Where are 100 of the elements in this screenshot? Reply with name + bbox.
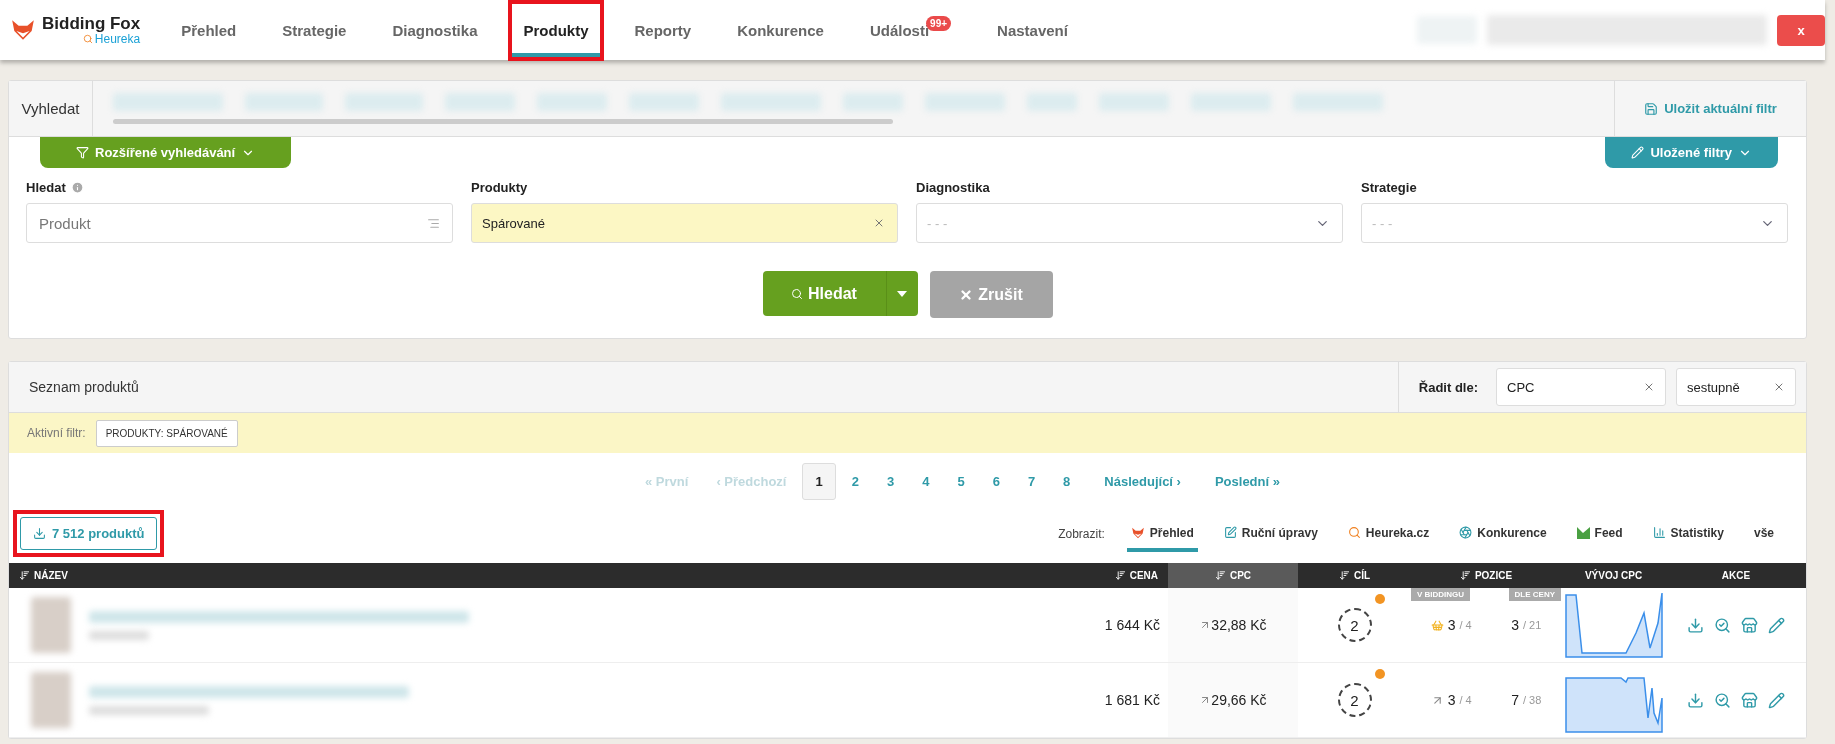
search-check-icon[interactable] <box>1714 616 1731 634</box>
column-subheader: V BIDDINGU <box>1411 588 1471 601</box>
download-icon <box>33 527 46 540</box>
nav-tab[interactable]: Reporty <box>623 3 703 57</box>
download-icon[interactable] <box>1687 616 1704 634</box>
fox-logo-icon <box>1130 525 1145 540</box>
store-icon[interactable] <box>1741 616 1758 634</box>
pager-link[interactable]: Poslední » <box>1202 464 1292 499</box>
nav-tab[interactable]: Přehled <box>170 3 248 57</box>
brand-name: Bidding Fox <box>42 14 141 34</box>
column-header: AKCE <box>1666 563 1806 588</box>
magnifier-icon <box>1347 526 1361 539</box>
search-input[interactable]: Produkt <box>37 213 427 233</box>
clear-icon <box>1773 381 1785 393</box>
page-link[interactable]: 7 <box>1015 464 1048 499</box>
sort-select[interactable]: CPC <box>1496 368 1666 406</box>
nav-tab[interactable]: Nastavení <box>986 3 1079 57</box>
close-icon <box>959 287 974 302</box>
nav-tab[interactable]: Události$^{99+}$ <box>858 3 963 57</box>
edit-icon <box>1223 526 1237 539</box>
column-header: VÝVOJ CPC <box>1561 563 1666 588</box>
cpc-cell: 29,66 Kč <box>1211 692 1267 708</box>
sort-select[interactable]: sestupně <box>1676 368 1796 406</box>
column-header[interactable]: CPC <box>1168 563 1298 588</box>
filter-icon <box>76 146 89 159</box>
dropdown-button[interactable] <box>885 271 918 316</box>
filter-tag[interactable]: PRODUKTY: SPÁROVANÉ <box>95 419 238 447</box>
blurred-text <box>89 630 149 640</box>
store-icon[interactable] <box>1741 691 1758 709</box>
position-total: / 4 <box>1459 694 1472 706</box>
column-header[interactable]: POZICE <box>1411 563 1561 588</box>
search-field[interactable]: Produkt <box>26 203 453 243</box>
position-total: / 38 <box>1522 694 1542 706</box>
feed-icon <box>1576 526 1590 539</box>
view-tab[interactable]: Statistiky <box>1648 515 1728 552</box>
search-check-icon[interactable] <box>1714 691 1731 709</box>
photo-placeholder <box>31 597 71 653</box>
position-value: 3 <box>1447 692 1456 708</box>
export-button[interactable]: 7 512 produktů <box>20 517 158 550</box>
aperture-icon <box>1459 526 1473 539</box>
page-link[interactable]: 2 <box>839 464 871 499</box>
target-value: 2 <box>1337 683 1372 717</box>
view-tab[interactable]: Heureka.cz <box>1343 515 1434 552</box>
saved-filters-button[interactable]: Uložené filtry <box>1605 137 1778 168</box>
pager-link[interactable]: Následující › <box>1092 464 1193 499</box>
clear-icon <box>873 217 885 229</box>
photo-placeholder <box>31 672 71 728</box>
page-link[interactable]: 3 <box>874 464 907 499</box>
bar-chart-icon <box>1652 526 1666 539</box>
search-button[interactable]: Hledat <box>762 271 886 316</box>
search-tab[interactable]: Vyhledat <box>9 81 93 136</box>
nav-tab[interactable]: Diagnostika <box>381 3 489 57</box>
nav-tab[interactable]: Strategie <box>271 3 358 57</box>
target-value: 2 <box>1337 608 1372 642</box>
lines-icon <box>427 216 440 230</box>
magnifier-icon <box>82 34 93 44</box>
position-value: 7 <box>1511 692 1519 708</box>
search-icon <box>791 287 804 300</box>
field-label: Produkty <box>471 180 528 195</box>
sub-brand-name: Heureka <box>94 32 141 46</box>
scrollbar[interactable] <box>113 119 893 124</box>
panel-title: Seznam produktů <box>28 379 140 395</box>
column-header[interactable]: NÁZEV <box>9 563 1039 588</box>
column-subheader: DLE CENY <box>1508 588 1561 601</box>
download-icon[interactable] <box>1687 691 1704 709</box>
page-link[interactable]: 5 <box>945 464 977 499</box>
view-tab[interactable]: Přehled <box>1126 515 1198 552</box>
field-label: Hledat <box>26 180 66 195</box>
field-label: Strategie <box>1361 180 1417 195</box>
pencil-icon[interactable] <box>1768 691 1785 709</box>
field-label: Diagnostika <box>916 180 990 195</box>
position-value: 3 <box>1511 617 1519 633</box>
view-tab[interactable]: Ruční úpravy <box>1219 515 1322 552</box>
page-link[interactable]: 1 <box>802 463 836 500</box>
sort-label: Řadit dle: <box>1418 379 1478 395</box>
pencil-icon[interactable] <box>1768 616 1785 634</box>
close-button[interactable]: x <box>1777 14 1825 46</box>
price-cell: 1 644 Kč <box>1104 617 1160 633</box>
page-link[interactable]: 6 <box>980 464 1012 499</box>
clear-icon <box>1643 381 1655 393</box>
position-total: / 4 <box>1459 619 1472 631</box>
view-tab[interactable]: Konkurence <box>1455 515 1551 552</box>
view-tab[interactable]: Feed <box>1572 515 1627 552</box>
column-header[interactable]: CÍL <box>1298 563 1411 588</box>
advanced-search-button[interactable]: Rozšířené vyhledávání <box>40 137 292 168</box>
view-tab[interactable]: vše <box>1749 515 1778 552</box>
position-value: 3 <box>1447 617 1456 633</box>
save-filter-link[interactable]: Uložit aktuální filtr <box>1614 81 1806 136</box>
select-field[interactable]: Spárované <box>471 203 898 243</box>
position-total: / 21 <box>1522 619 1542 631</box>
page-link[interactable]: 4 <box>910 464 942 499</box>
cpc-cell: 32,88 Kč <box>1211 617 1267 633</box>
page-link[interactable]: 8 <box>1051 464 1083 499</box>
column-header[interactable]: CENA <box>1039 563 1168 588</box>
price-cell: 1 681 Kč <box>1104 692 1160 708</box>
nav-tab[interactable]: Konkurence <box>726 3 835 57</box>
caret-icon <box>897 290 907 297</box>
views-label: Zobrazit: <box>1058 526 1105 541</box>
basket-icon <box>1430 618 1444 632</box>
filter-label: Aktivní filtr: <box>27 426 86 440</box>
